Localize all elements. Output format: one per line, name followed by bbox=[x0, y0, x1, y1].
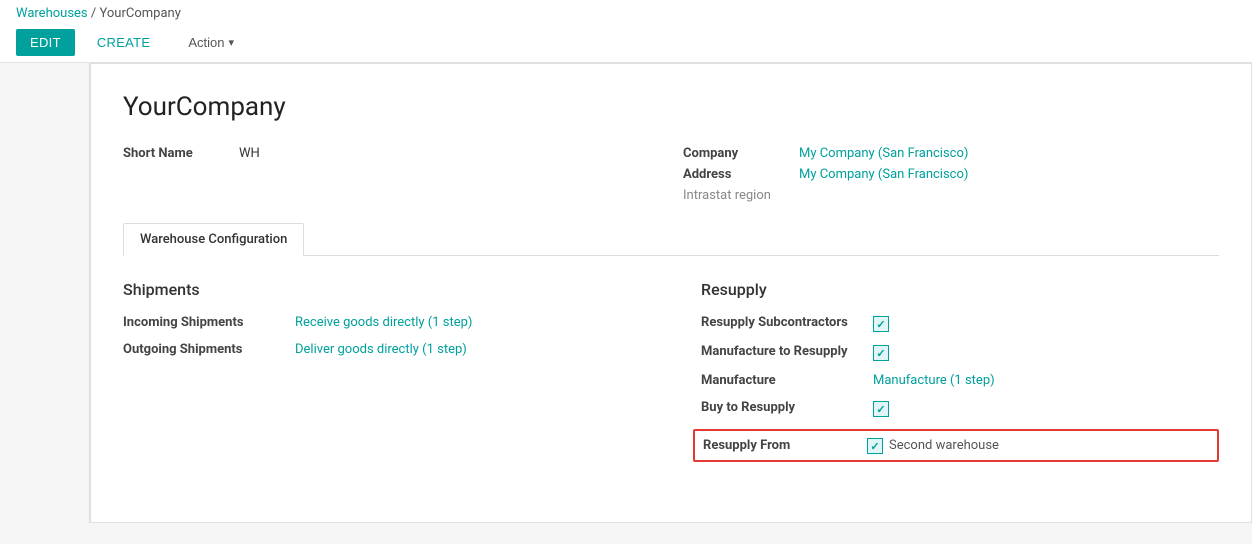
address-value[interactable]: My Company (San Francisco) bbox=[799, 167, 968, 182]
manufacture-value: Manufacture (1 step) bbox=[873, 373, 995, 388]
manufacture-row: Manufacture Manufacture (1 step) bbox=[701, 373, 1219, 388]
short-name-label: Short Name bbox=[123, 146, 223, 161]
resupply-from-checkbox[interactable] bbox=[867, 438, 883, 454]
fields-row: Short Name WH Company My Company (San Fr… bbox=[123, 146, 1219, 203]
breadcrumb-parent[interactable]: Warehouses bbox=[16, 6, 88, 21]
tab-content: Shipments Incoming Shipments Receive goo… bbox=[123, 256, 1219, 474]
short-name-row: Short Name WH bbox=[123, 146, 423, 161]
resupply-from-row: Resupply From Second warehouse bbox=[693, 429, 1219, 462]
company-title: YourCompany bbox=[123, 92, 1219, 122]
edit-button[interactable]: EDIT bbox=[16, 29, 75, 56]
address-label: Address bbox=[683, 167, 783, 182]
company-label: Company bbox=[683, 146, 783, 161]
outgoing-shipments-row: Outgoing Shipments Deliver goods directl… bbox=[123, 342, 641, 357]
manufacture-resupply-checkbox[interactable] bbox=[873, 345, 889, 361]
resupply-subcontractors-row: Resupply Subcontractors bbox=[701, 315, 1219, 332]
intrastat-label: Intrastat region bbox=[683, 188, 803, 203]
breadcrumb-current: YourCompany bbox=[99, 6, 180, 21]
sidebar bbox=[0, 63, 90, 523]
buy-resupply-checkbox[interactable] bbox=[873, 401, 889, 417]
manufacture-label: Manufacture bbox=[701, 373, 861, 388]
buy-resupply-row: Buy to Resupply bbox=[701, 400, 1219, 417]
toolbar: EDIT CREATE Action bbox=[16, 23, 1236, 62]
two-col: Shipments Incoming Shipments Receive goo… bbox=[123, 280, 1219, 474]
col-shipments: Shipments Incoming Shipments Receive goo… bbox=[123, 280, 681, 474]
incoming-label: Incoming Shipments bbox=[123, 315, 283, 330]
outgoing-value: Deliver goods directly (1 step) bbox=[295, 342, 467, 357]
resupply-from-label: Resupply From bbox=[703, 438, 855, 453]
resupply-subcontractors-checkbox[interactable] bbox=[873, 316, 889, 332]
main-content: YourCompany Short Name WH Company My Com… bbox=[90, 63, 1252, 523]
page-wrapper: YourCompany Short Name WH Company My Com… bbox=[0, 63, 1252, 523]
resupply-subcontractors-label: Resupply Subcontractors bbox=[701, 315, 861, 330]
col-resupply: Resupply Resupply Subcontractors Manufac… bbox=[681, 280, 1219, 474]
buy-resupply-label: Buy to Resupply bbox=[701, 400, 861, 415]
shipments-title: Shipments bbox=[123, 280, 641, 299]
incoming-shipments-row: Incoming Shipments Receive goods directl… bbox=[123, 315, 641, 330]
intrastat-row: Intrastat region bbox=[683, 188, 968, 203]
resupply-from-value: Second warehouse bbox=[867, 437, 999, 454]
field-group-left: Short Name WH bbox=[123, 146, 423, 203]
manufacture-resupply-row: Manufacture to Resupply bbox=[701, 344, 1219, 361]
breadcrumb: Warehouses / YourCompany bbox=[16, 0, 1236, 23]
field-group-right: Company My Company (San Francisco) Addre… bbox=[683, 146, 968, 203]
company-value[interactable]: My Company (San Francisco) bbox=[799, 146, 968, 161]
company-row: Company My Company (San Francisco) bbox=[683, 146, 968, 161]
incoming-value: Receive goods directly (1 step) bbox=[295, 315, 472, 330]
action-button[interactable]: Action bbox=[188, 35, 234, 50]
manufacture-resupply-label: Manufacture to Resupply bbox=[701, 344, 861, 359]
tab-warehouse-config[interactable]: Warehouse Configuration bbox=[123, 223, 304, 256]
resupply-title: Resupply bbox=[701, 280, 1219, 299]
address-row: Address My Company (San Francisco) bbox=[683, 167, 968, 182]
create-button[interactable]: CREATE bbox=[83, 29, 165, 56]
resupply-from-text: Second warehouse bbox=[889, 438, 999, 453]
outgoing-label: Outgoing Shipments bbox=[123, 342, 283, 357]
tabs: Warehouse Configuration bbox=[123, 223, 1219, 256]
short-name-value: WH bbox=[239, 146, 260, 161]
breadcrumb-separator: / bbox=[91, 6, 96, 21]
